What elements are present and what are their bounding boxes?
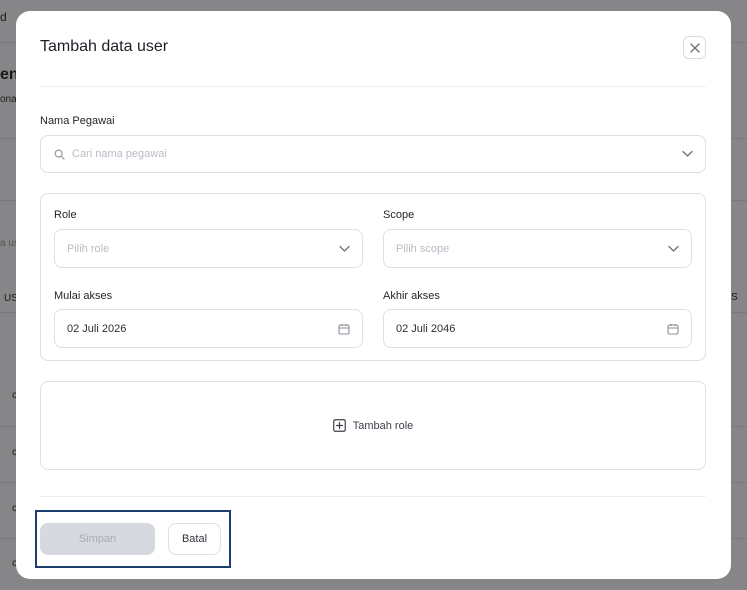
chevron-down-icon: [339, 245, 350, 252]
close-button[interactable]: [683, 36, 706, 59]
access-start-date-input[interactable]: 02 Juli 2026: [54, 309, 363, 348]
access-end-label: Akhir akses: [383, 290, 440, 302]
employee-search-placeholder: Cari nama pegawai: [72, 148, 167, 160]
access-end-value: 02 Juli 2046: [396, 322, 456, 335]
add-role-label: Tambah role: [352, 419, 414, 432]
calendar-icon[interactable]: [667, 323, 679, 335]
role-select[interactable]: Pilih role: [54, 229, 363, 268]
access-start-value: 02 Juli 2026: [67, 322, 127, 335]
chevron-down-icon: [682, 150, 693, 158]
save-button[interactable]: Simpan: [40, 523, 155, 555]
header-divider: [40, 86, 706, 87]
cancel-button[interactable]: Batal: [168, 523, 221, 555]
search-icon: [54, 149, 65, 160]
role-placeholder: Pilih role: [67, 242, 110, 255]
add-role-card: Tambah role: [40, 381, 706, 470]
plus-square-icon: [332, 419, 346, 432]
footer-divider: [40, 496, 706, 497]
scope-label: Scope: [383, 209, 415, 221]
access-end-date-input[interactable]: 02 Juli 2046: [383, 309, 692, 348]
add-role-button[interactable]: Tambah role: [332, 419, 414, 432]
role-label: Role: [54, 209, 77, 221]
add-user-modal: Tambah data user Nama Pegawai Cari nama …: [16, 11, 731, 579]
scope-select[interactable]: Pilih scope: [383, 229, 692, 268]
modal-title: Tambah data user: [40, 38, 169, 55]
access-start-label: Mulai akses: [54, 290, 113, 302]
close-icon: [689, 42, 700, 53]
employee-search-select[interactable]: Cari nama pegawai: [40, 135, 706, 173]
employee-label: Nama Pegawai: [40, 115, 115, 127]
chevron-down-icon: [668, 245, 679, 252]
scope-placeholder: Pilih scope: [396, 242, 450, 255]
calendar-icon[interactable]: [338, 323, 350, 335]
role-entry-card: Role Pilih role Scope Pilih scope Mulai …: [40, 193, 706, 361]
